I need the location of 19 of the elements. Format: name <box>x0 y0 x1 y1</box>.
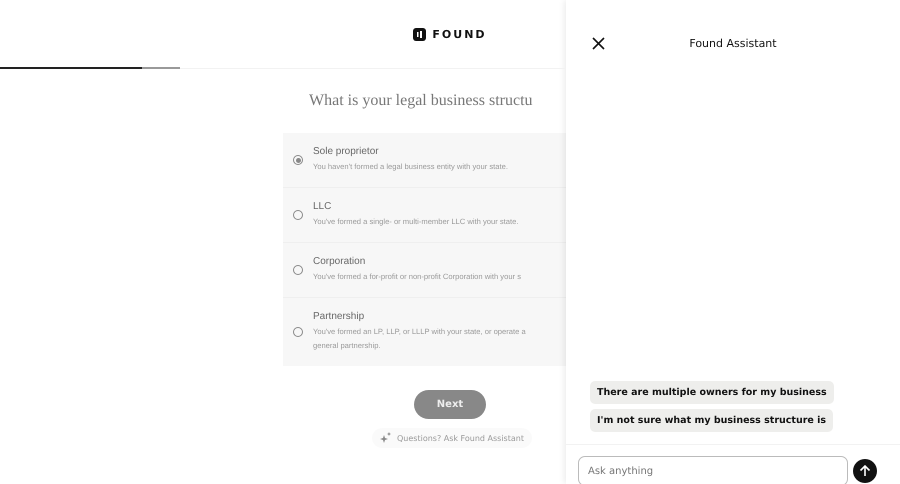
question-title: What is your legal business structu <box>308 92 534 110</box>
radio-button[interactable] <box>293 327 303 337</box>
radio-button[interactable] <box>293 155 303 165</box>
close-icon[interactable] <box>592 36 605 50</box>
arrow-up-icon <box>859 465 871 477</box>
radio-button[interactable] <box>293 210 303 220</box>
chat-input-field[interactable]: Ask anything <box>578 456 848 484</box>
option-label: Partnership <box>313 311 366 322</box>
suggestion-chip[interactable]: There are multiple owners for my business <box>590 381 834 404</box>
send-button[interactable] <box>853 459 877 483</box>
logo-icon <box>413 28 426 40</box>
radio-button[interactable] <box>293 265 303 275</box>
sparkle-icon <box>380 432 392 444</box>
option-label: LLC <box>313 201 332 212</box>
option-label: Corporation <box>313 256 366 267</box>
suggestion-chip[interactable]: I'm not sure what my business structure is <box>590 409 834 432</box>
panel-title: Found Assistant <box>688 36 778 50</box>
option-label: Sole proprietor <box>313 146 380 157</box>
logo: FOUND <box>413 28 487 40</box>
